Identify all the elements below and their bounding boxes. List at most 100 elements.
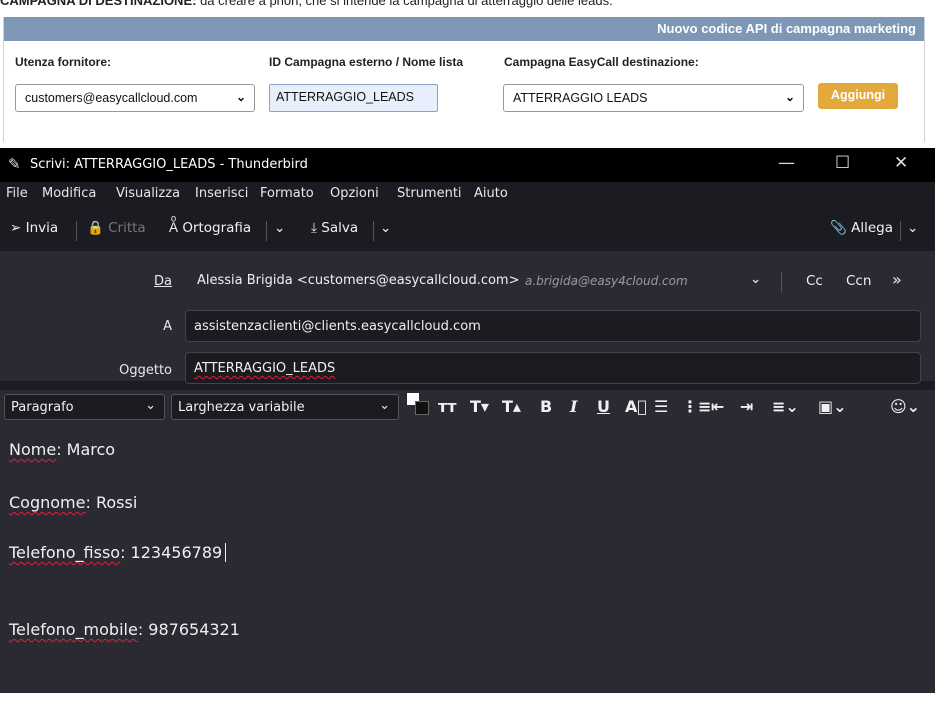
body-line-telefono-fisso: Telefono_fisso: 123456789 — [9, 543, 227, 562]
menu-strumenti[interactable]: Strumenti — [397, 186, 462, 201]
campaign-api-panel: Nuovo codice API di campagna marketing U… — [3, 17, 925, 142]
minimize-button[interactable]: — — [778, 153, 795, 173]
intro-bold: CAMPAGNA DI DESTINAZIONE: — [0, 0, 197, 8]
chevron-down-icon: ⌄ — [784, 90, 795, 104]
underline-icon[interactable]: U — [597, 397, 610, 416]
spelling-dropdown[interactable]: ⌄ — [274, 220, 285, 236]
bigger-font-icon[interactable]: T▾ — [470, 397, 489, 416]
from-dropdown[interactable]: ⌄ — [750, 271, 761, 287]
bcc-button[interactable]: Ccn — [846, 273, 871, 289]
utenza-select[interactable]: customers@easycallcloud.com ⌄ — [15, 84, 255, 112]
body-line-nome: Nome: Marco — [9, 440, 116, 459]
insert-image-icon[interactable]: ▣⌄ — [818, 397, 847, 416]
numbered-list-icon[interactable]: ⋮≡ — [682, 397, 711, 416]
id-campagna-value: ATTERRAGGIO_LEADS — [276, 90, 414, 104]
from-label: Da — [154, 274, 172, 289]
toolbar-separator — [900, 221, 901, 241]
text-caret — [225, 543, 227, 562]
send-label: Invia — [25, 220, 59, 236]
send-button[interactable]: ➢ Invia — [10, 220, 58, 236]
toolbar-separator — [373, 221, 374, 241]
window-title: Scrivi: ATTERRAGGIO_LEADS - Thunderbird — [30, 157, 308, 172]
compose-toolbar: ➢ Invia 🔒 Critta Aͦ Ortografia ⌄ ⤓ Salva… — [0, 208, 935, 250]
background-color-icon[interactable] — [415, 401, 429, 415]
message-headers: Da Alessia Brigida <customers@easycallcl… — [0, 251, 935, 384]
id-campagna-input[interactable]: ATTERRAGGIO_LEADS — [269, 84, 438, 112]
panel-title: Nuovo codice API di campagna marketing — [657, 21, 916, 36]
close-button[interactable]: ✕ — [894, 153, 908, 173]
emoji-icon[interactable]: ☺⌄ — [890, 397, 920, 416]
more-recipients-icon[interactable]: » — [892, 270, 902, 289]
paragraph-select[interactable]: Paragrafo ⌄ — [4, 394, 165, 420]
menu-bar: File Modifica Visualizza Inserisci Forma… — [0, 182, 935, 207]
attach-dropdown[interactable]: ⌄ — [907, 220, 918, 236]
download-icon: ⤓ — [311, 220, 317, 236]
encrypt-button[interactable]: 🔒 Critta — [87, 220, 146, 236]
save-label: Salva — [321, 220, 359, 236]
menu-visualizza[interactable]: Visualizza — [116, 186, 180, 201]
message-body[interactable]: Nome: Marco Cognome: Rossi Telefono_fiss… — [0, 426, 935, 693]
utenza-label: Utenza fornitore: — [15, 55, 111, 69]
chevron-down-icon: ⌄ — [380, 220, 392, 236]
spellcheck-icon: Aͦ — [169, 220, 179, 236]
add-button[interactable]: Aggiungi — [818, 83, 898, 109]
spelling-label: Ortografia — [182, 220, 252, 236]
paragraph-value: Paragrafo — [11, 400, 74, 415]
utenza-select-value: customers@easycallcloud.com — [25, 91, 198, 105]
align-icon[interactable]: ≡⌄ — [772, 397, 799, 416]
indent-icon[interactable]: ⇥ — [740, 397, 753, 416]
campagna-dest-label: Campagna EasyCall destinazione: — [504, 55, 699, 69]
from-identity: a.brigida@easy4cloud.com — [525, 274, 688, 288]
menu-inserisci[interactable]: Inserisci — [195, 186, 248, 201]
font-select[interactable]: Larghezza variabile ⌄ — [171, 394, 399, 420]
encrypt-label: Critta — [108, 220, 146, 236]
body-line-telefono-mobile: Telefono_mobile: 987654321 — [9, 620, 240, 639]
toolbar-separator — [266, 221, 267, 241]
bullet-list-icon[interactable]: ☰ — [654, 397, 668, 416]
menu-opzioni[interactable]: Opzioni — [330, 186, 379, 201]
intro-rest: da creare a priori, che si intende la ca… — [196, 0, 613, 8]
pencil-icon: ✎ — [8, 155, 21, 173]
thunderbird-window: ✎ Scrivi: ATTERRAGGIO_LEADS - Thunderbir… — [0, 148, 935, 693]
chevron-down-icon: ⌄ — [379, 398, 390, 413]
chevron-down-icon: ⌄ — [750, 271, 762, 287]
subject-label: Oggetto — [119, 363, 172, 378]
cc-button[interactable]: Cc — [806, 273, 823, 289]
remove-format-icon[interactable]: A⃠ — [625, 397, 647, 416]
maximize-button[interactable]: ☐ — [835, 153, 850, 173]
save-button[interactable]: ⤓ Salva — [311, 220, 358, 236]
intro-text: CAMPAGNA DI DESTINAZIONE: da creare a pr… — [0, 0, 935, 9]
id-campagna-label: ID Campagna esterno / Nome lista — [269, 55, 464, 69]
font-value: Larghezza variabile — [178, 400, 305, 415]
toolbar-separator — [781, 272, 782, 292]
chevron-down-icon: ⌄ — [235, 90, 246, 104]
subject-value: ATTERRAGGIO_LEADS — [194, 361, 336, 376]
chevron-down-icon: ⌄ — [907, 220, 919, 236]
subject-field[interactable]: ATTERRAGGIO_LEADS — [185, 352, 921, 384]
format-toolbar: Paragrafo ⌄ Larghezza variabile ⌄ ᴛᴛ T▾ … — [0, 390, 935, 426]
from-value[interactable]: Alessia Brigida <customers@easycallcloud… — [197, 273, 520, 288]
menu-formato[interactable]: Formato — [260, 186, 314, 201]
lock-icon: 🔒 — [87, 220, 104, 236]
send-icon: ➢ — [10, 220, 22, 236]
campagna-dest-value: ATTERRAGGIO LEADS — [513, 91, 648, 105]
bold-icon[interactable]: B — [540, 397, 552, 416]
superscript-icon[interactable]: T▴ — [502, 397, 521, 416]
smaller-font-icon[interactable]: ᴛᴛ — [438, 397, 457, 416]
outdent-icon[interactable]: ⇤ — [711, 397, 724, 416]
menu-aiuto[interactable]: Aiuto — [474, 186, 508, 201]
menu-file[interactable]: File — [6, 186, 28, 201]
menu-modifica[interactable]: Modifica — [42, 186, 96, 201]
panel-header: Nuovo codice API di campagna marketing — [4, 17, 924, 41]
italic-icon[interactable]: I — [570, 397, 577, 416]
campagna-dest-select[interactable]: ATTERRAGGIO LEADS ⌄ — [503, 84, 804, 112]
to-value: assistenzaclienti@clients.easycallcloud.… — [194, 319, 481, 334]
attach-button[interactable]: 📎 Allega — [830, 220, 893, 236]
chevron-down-icon: ⌄ — [274, 220, 286, 236]
spelling-button[interactable]: Aͦ Ortografia — [169, 220, 251, 236]
title-bar: ✎ Scrivi: ATTERRAGGIO_LEADS - Thunderbir… — [0, 148, 935, 182]
to-field[interactable]: assistenzaclienti@clients.easycallcloud.… — [185, 310, 921, 342]
save-dropdown[interactable]: ⌄ — [380, 220, 391, 236]
paperclip-icon: 📎 — [830, 220, 847, 236]
attach-label: Allega — [851, 220, 893, 236]
